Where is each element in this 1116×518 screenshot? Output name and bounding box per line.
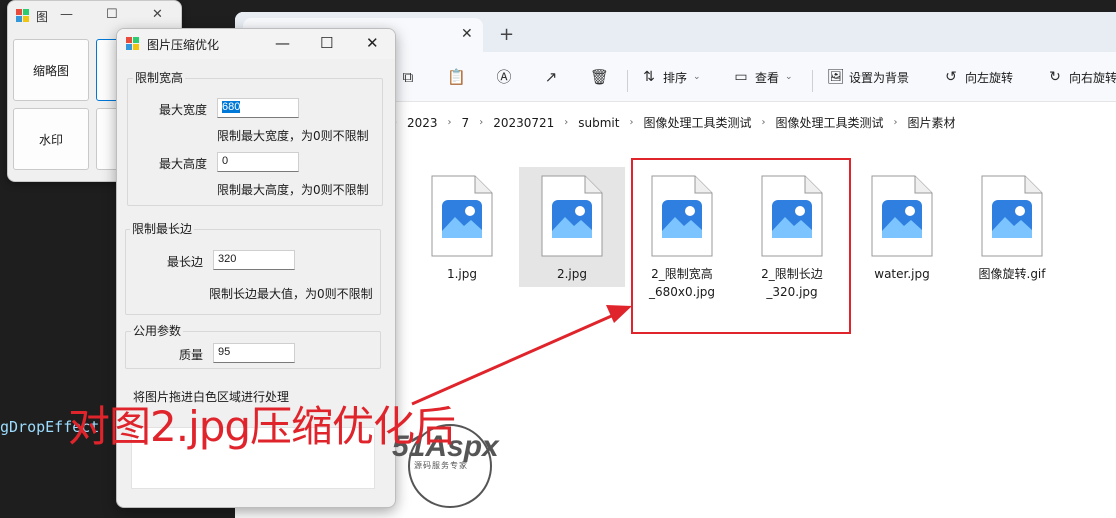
long-edge-legend: 限制最长边 [130, 220, 195, 237]
breadcrumb-item[interactable]: submit [578, 116, 619, 130]
file-name: water.jpg [874, 267, 930, 281]
annotation-text: 对图2.jpg压缩优化后 [68, 402, 456, 451]
file-item[interactable]: water.jpg [849, 167, 955, 287]
max-height-input[interactable]: 0 [217, 152, 299, 172]
chevron-right-icon: › [629, 117, 634, 128]
common-params-legend: 公用参数 [131, 322, 184, 339]
file-item[interactable]: 1.jpg [409, 167, 515, 287]
chevron-down-icon: ⌄ [785, 72, 793, 82]
sort-button[interactable]: ⇅ 排序 ⌄ [641, 66, 701, 88]
close-icon[interactable]: ✕ [366, 34, 379, 52]
chevron-right-icon: › [893, 117, 898, 128]
minimize-icon[interactable]: — [275, 34, 290, 52]
app-icon [126, 37, 140, 51]
chevron-down-icon: ⌄ [693, 72, 701, 82]
quality-input[interactable]: 95 [213, 343, 295, 363]
view-label: 查看 [755, 70, 780, 85]
highlight-box [631, 158, 851, 334]
rotate-left-button[interactable]: ↺ 向左旋转 [943, 66, 1013, 88]
rotate-left-icon: ↺ [945, 69, 957, 85]
file-item[interactable]: 图像旋转.gif [959, 167, 1065, 287]
image-file-icon [541, 175, 603, 257]
max-width-value: 680 [222, 101, 241, 113]
max-width-input[interactable]: 680 [217, 98, 299, 118]
delete-icon[interactable]: 🗑 [590, 68, 609, 86]
image-file-icon [431, 175, 493, 257]
sort-icon: ⇅ [643, 69, 655, 85]
dialog-title: 图片压缩优化 [147, 38, 220, 52]
chevron-right-icon: › [479, 117, 484, 128]
main-window-titlebar: 图 — ☐ ✕ [8, 1, 181, 31]
max-width-hint: 限制最大宽度，为0则不限制 [217, 129, 369, 143]
new-tab-icon[interactable]: + [499, 24, 514, 45]
breadcrumb: › 2023 › 7 › 20230721 › submit › 图像处理工具类… [393, 114, 956, 131]
long-edge-input[interactable]: 320 [213, 250, 295, 270]
long-edge-hint: 限制长边最大值，为0则不限制 [209, 287, 373, 301]
chevron-right-icon: › [447, 117, 452, 128]
thumbnail-button[interactable]: 缩略图 [13, 39, 89, 101]
size-limit-legend: 限制宽高 [133, 69, 186, 86]
share-icon[interactable]: ↗ [542, 68, 560, 86]
breadcrumb-item[interactable]: 2023 [407, 116, 438, 130]
max-height-label: 最大高度 [159, 157, 208, 171]
set-background-button[interactable]: 🖼 设置为背景 [827, 66, 909, 88]
quality-label: 质量 [179, 348, 204, 362]
rotate-left-label: 向左旋转 [965, 70, 1014, 85]
rotate-right-icon: ↻ [1049, 69, 1061, 85]
rotate-right-button[interactable]: ↻ 向右旋转 [1047, 66, 1116, 88]
breadcrumb-item[interactable]: 7 [462, 116, 470, 130]
watermark-button[interactable]: 水印 [13, 108, 89, 170]
file-name: 1.jpg [446, 267, 478, 281]
long-edge-label: 最长边 [167, 255, 204, 269]
main-window-title: 图 [36, 10, 49, 24]
breadcrumb-item[interactable]: 图片素材 [908, 114, 956, 131]
maximize-icon[interactable]: ☐ [106, 7, 118, 22]
dialog-titlebar: 图片压缩优化 — ☐ ✕ [117, 29, 395, 59]
breadcrumb-item[interactable]: 图像处理工具类测试 [775, 114, 883, 131]
image-file-icon [871, 175, 933, 257]
copy-icon[interactable]: ⧉ [399, 68, 417, 86]
close-tab-icon[interactable]: ✕ [461, 26, 473, 42]
minimize-icon[interactable]: — [60, 7, 73, 22]
app-icon [16, 9, 30, 23]
max-height-hint: 限制最大高度，为0则不限制 [217, 183, 369, 197]
rename-icon[interactable]: Ⓐ [495, 68, 513, 86]
set-background-label: 设置为背景 [849, 70, 910, 85]
long-edge-group [125, 229, 381, 315]
file-item-selected[interactable]: 2.jpg [519, 167, 625, 287]
file-name: 图像旋转.gif [978, 267, 1046, 281]
breadcrumb-item[interactable]: 20230721 [493, 116, 554, 130]
view-button[interactable]: ▭ 查看 ⌄ [733, 66, 793, 88]
rotate-right-label: 向右旋转 [1069, 70, 1116, 85]
view-icon: ▭ [734, 69, 748, 85]
watermark-subtitle: 源码服务专家 [414, 461, 468, 470]
breadcrumb-item[interactable]: 图像处理工具类测试 [643, 114, 751, 131]
maximize-icon[interactable]: ☐ [320, 34, 333, 52]
max-width-label: 最大宽度 [159, 103, 208, 117]
chevron-right-icon: › [761, 117, 766, 128]
image-file-icon [981, 175, 1043, 257]
image-icon: 🖼 [827, 69, 845, 85]
paste-icon[interactable]: 📋 [447, 68, 466, 86]
file-name: 2.jpg [556, 267, 588, 281]
chevron-right-icon: › [564, 117, 569, 128]
sort-label: 排序 [663, 70, 688, 85]
close-icon[interactable]: ✕ [152, 7, 163, 22]
